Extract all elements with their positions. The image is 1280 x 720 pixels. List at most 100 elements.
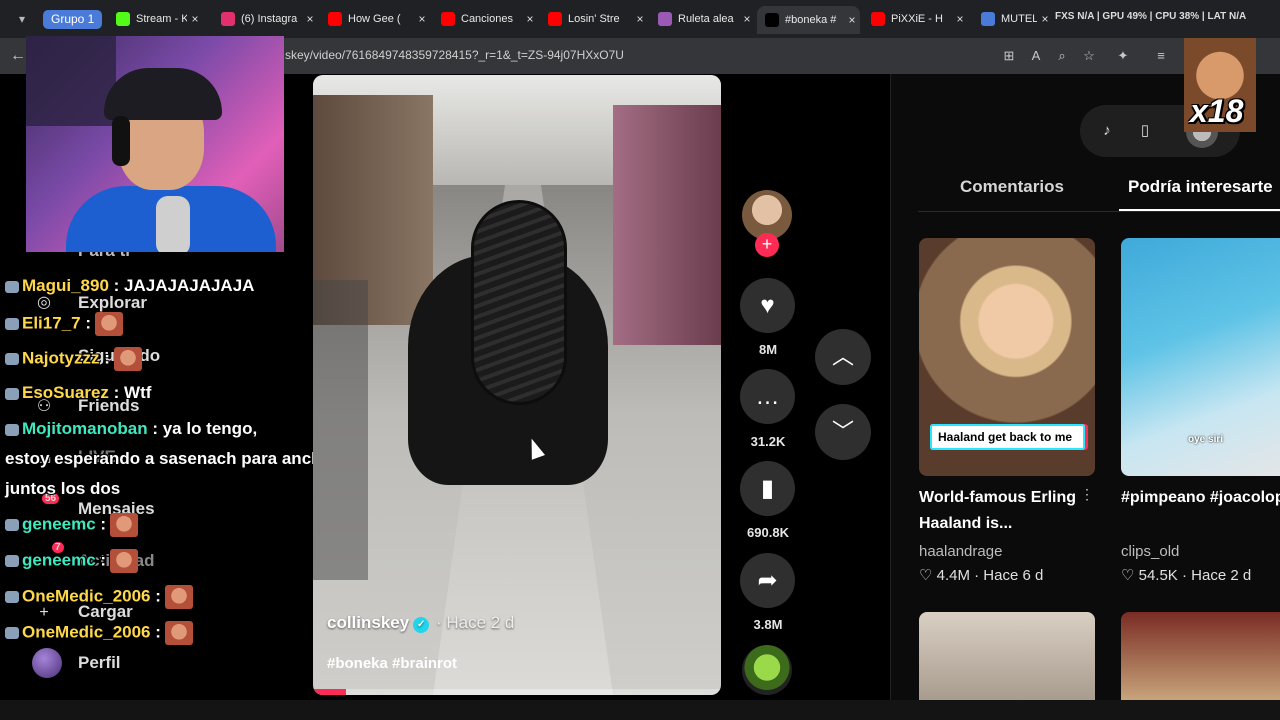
close-tab-icon[interactable]: × (844, 13, 860, 27)
chat-emote-icon (95, 312, 123, 336)
share-arrow-icon: ➦ (757, 567, 778, 594)
chat-username: Eli17_7 (22, 313, 81, 333)
author-name[interactable]: collinskey (327, 613, 409, 632)
browser-tab[interactable]: MUTELU t× (973, 6, 1053, 32)
tab-comments[interactable]: Comentarios (960, 177, 1064, 197)
favorites-bar-icon[interactable]: ≡ (1152, 47, 1170, 65)
suggested-video-thumbnail[interactable] (1121, 612, 1280, 700)
save-count: 690.8K (747, 525, 789, 540)
browser-tab[interactable]: PiXXiE - H × (863, 6, 968, 32)
card-author[interactable]: clips_old (1121, 543, 1179, 560)
chat-text: : (95, 550, 107, 570)
tab-divider (918, 211, 1280, 212)
tiktok-icon (765, 13, 779, 27)
follow-plus-icon[interactable]: + (755, 233, 779, 257)
verified-badge-icon: ✓ (413, 617, 430, 633)
close-tab-icon[interactable]: × (302, 12, 318, 26)
chat-message-continuation: estoy esperando a sasenach para anclar j… (5, 449, 332, 498)
browser-tab-strip: ▾ Grupo 1 Stream - K × (6) Instagra × How Ge… (0, 0, 1280, 38)
streamer-webcam (26, 36, 284, 252)
chat-username: geneemc (22, 514, 96, 534)
close-tab-icon[interactable]: × (632, 12, 648, 26)
address-bar-url[interactable]: skey/video/7616849748359728415?_r=1&_t=Z… (285, 48, 624, 62)
tab-title: Canciones (461, 13, 513, 25)
save-button[interactable]: ▮ (740, 461, 795, 516)
share-count: 3.8M (753, 617, 783, 632)
close-tab-icon[interactable]: × (739, 12, 755, 26)
comment-count: 31.2K (750, 434, 786, 449)
chat-text: : Wtf (108, 383, 152, 402)
chat-text: : ya lo tengo, (147, 419, 258, 438)
bookmark-star-icon[interactable]: ☆ (1080, 47, 1098, 65)
extensions-icon[interactable]: ✦ (1114, 47, 1132, 65)
chat-message: OneMedic_2006 : (5, 585, 193, 609)
browser-tab[interactable]: Stream - K × (108, 6, 203, 32)
translate-icon[interactable]: A (1027, 47, 1045, 65)
browser-tab[interactable]: #boneka # × (757, 6, 860, 34)
video-progress-bar[interactable] (313, 689, 721, 695)
chat-badge-icon (5, 318, 19, 330)
tab-search-menu-icon[interactable]: ▾ (10, 9, 34, 29)
nav-profile[interactable]: Perfil (78, 653, 121, 673)
chat-text: : (150, 586, 161, 606)
tab-title: PiXXiE - H (891, 13, 943, 25)
card-title[interactable]: World-famous Erling Haaland is... (919, 485, 1079, 537)
sound-disc-icon[interactable] (742, 645, 792, 695)
card-stats: ♡ 54.5K · Hace 2 d (1121, 567, 1252, 584)
card-title[interactable]: #pimpeano #joacolopez... (1121, 485, 1280, 511)
zoom-icon[interactable]: ⌕ (1053, 47, 1071, 65)
chat-badge-icon (5, 519, 19, 531)
chat-message: EsoSuarez : Wtf (5, 383, 151, 403)
card-author[interactable]: haalandrage (919, 543, 1002, 560)
chat-badge-icon (5, 387, 19, 400)
wheel-icon (658, 12, 672, 26)
taskbar-strip (0, 700, 1280, 720)
app-install-icon[interactable]: ⊞ (1000, 47, 1018, 65)
chevron-up-icon: ︿ (831, 344, 854, 369)
video-author[interactable]: collinskey ✓ · Hace 2 d (327, 613, 514, 633)
chat-message: Mojitomanoban : ya lo tengo, (5, 419, 257, 439)
nav-explore[interactable]: Explorar (78, 293, 147, 313)
suggested-video-thumbnail[interactable] (919, 612, 1095, 700)
back-arrow-icon[interactable]: ← (8, 46, 28, 66)
chat-emote-icon (110, 513, 139, 537)
tab-title: Losin' Stre (568, 13, 620, 25)
browser-tab[interactable]: How Gee (× (320, 6, 430, 32)
previous-video-button[interactable]: ︿ (815, 329, 871, 385)
browser-tab[interactable]: Losin' Stre × (540, 6, 648, 32)
thumbnail-caption: oye siri (1188, 434, 1224, 445)
tab-group-chip[interactable]: Grupo 1 (43, 10, 103, 29)
close-tab-icon[interactable]: × (1037, 12, 1053, 26)
video-player[interactable]: collinskey ✓ · Hace 2 d #boneka #brainrot (313, 75, 721, 695)
browser-tab[interactable]: Ruleta alea × (650, 6, 755, 32)
close-tab-icon[interactable]: × (952, 12, 968, 26)
youtube-icon (871, 12, 885, 26)
chat-username: Magui_890 (22, 276, 109, 295)
chat-badge-icon (5, 353, 19, 365)
chat-text: : (80, 313, 91, 333)
phone-icon[interactable]: ▯ (1135, 121, 1155, 141)
chat-text: : (150, 622, 161, 642)
tab-title: MUTELU t (1001, 13, 1037, 25)
close-tab-icon[interactable]: × (187, 12, 203, 26)
chat-message: geneemc : (5, 549, 139, 573)
browser-tab[interactable]: (6) Instagra × (213, 6, 318, 32)
like-button[interactable]: ♥ (740, 278, 795, 333)
tiktok-logo-icon[interactable]: ♪ (1097, 121, 1117, 141)
chat-username: Najotyzzz (22, 348, 100, 368)
reaction-multiplier: x18 (1190, 93, 1244, 129)
close-tab-icon[interactable]: × (522, 12, 538, 26)
profile-avatar[interactable] (32, 648, 62, 678)
chat-badge-icon (5, 280, 19, 293)
close-tab-icon[interactable]: × (414, 12, 430, 26)
video-hashtags[interactable]: #boneka #brainrot (327, 655, 457, 672)
youtube-icon (441, 12, 455, 26)
more-options-icon[interactable]: ⋮ (1080, 486, 1094, 503)
share-button[interactable]: ➦ (740, 553, 795, 608)
comment-button[interactable]: … (740, 369, 795, 424)
next-video-button[interactable]: ﹀ (815, 404, 871, 460)
tab-suggested[interactable]: Podría interesarte (1128, 177, 1273, 197)
browser-tab[interactable]: Canciones × (433, 6, 538, 32)
thumbnail-caption: Haaland get back to me (930, 424, 1085, 450)
chat-emote-icon (110, 549, 139, 573)
